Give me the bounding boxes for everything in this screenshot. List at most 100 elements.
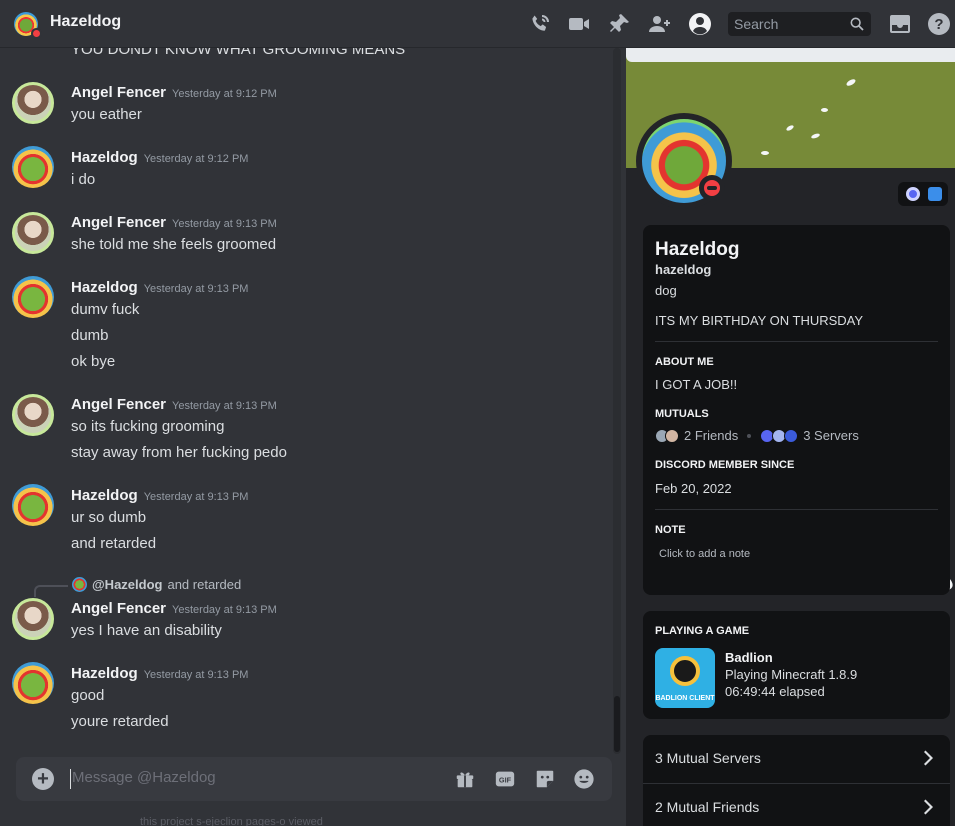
message-text: you eather: [71, 106, 142, 123]
message-author[interactable]: Angel Fencer Yesterday at 9:12 PM: [71, 84, 277, 101]
boost-badge-icon[interactable]: [928, 187, 942, 201]
message-timestamp: Yesterday at 9:13 PM: [172, 604, 277, 616]
message-author[interactable]: Angel Fencer Yesterday at 9:13 PM: [71, 600, 277, 617]
emoji-icon[interactable]: [573, 768, 595, 790]
message-list: YOU DONDT KNOW WHAT GROOMING MEANS Angel…: [0, 48, 626, 826]
mutual-servers-label: 3 Mutual Servers: [655, 750, 761, 766]
divider: [655, 341, 938, 342]
snowflake: [761, 151, 769, 155]
message-text: stay away from her fucking pedo: [71, 444, 287, 461]
game-detail: Playing Minecraft 1.8.9: [725, 667, 858, 682]
avatar[interactable]: [12, 82, 54, 124]
message-text: dumv fuck: [71, 301, 140, 318]
reply-preview[interactable]: @Hazeldog and retarded: [72, 577, 241, 592]
display-name: Hazeldog: [655, 239, 740, 260]
search-input[interactable]: Search: [728, 12, 871, 36]
user-profile-panel: Hazeldog hazeldog dog ITS MY BIRTHDAY ON…: [626, 48, 955, 826]
pronouns: dog: [655, 283, 677, 298]
nitro-badge-icon[interactable]: [906, 187, 920, 201]
reply-connector: [34, 585, 68, 597]
avatar[interactable]: [12, 662, 54, 704]
scrollbar-track[interactable]: [613, 48, 621, 754]
message-author[interactable]: Angel Fencer Yesterday at 9:13 PM: [71, 214, 277, 231]
gif-icon[interactable]: GIF: [494, 768, 516, 790]
svg-text:?: ?: [934, 16, 943, 33]
server-icon: [784, 428, 799, 443]
mutual-friends-count[interactable]: 2 Friends: [684, 428, 738, 443]
add-attachment-icon[interactable]: +: [32, 768, 54, 790]
avatar[interactable]: [12, 212, 54, 254]
activity-heading: PLAYING A GAME: [655, 625, 750, 637]
scrollbar-thumb[interactable]: [614, 696, 620, 752]
dm-header: Hazeldog Search ?: [0, 0, 955, 48]
search-icon: [850, 17, 864, 31]
snowflake: [821, 108, 828, 112]
message-composer[interactable]: + Message @Hazeldog GIF: [16, 757, 612, 801]
message-timestamp: Yesterday at 9:13 PM: [143, 491, 249, 503]
message-text: so its fucking grooming: [71, 418, 225, 435]
mutual-servers-count[interactable]: 3 Servers: [803, 428, 859, 443]
game-elapsed: 06:49:44 elapsed: [725, 684, 825, 699]
message-text: dumb: [71, 327, 109, 344]
mutual-servers-button[interactable]: 3 Mutual Servers: [643, 735, 950, 783]
reply-mention: @Hazeldog: [92, 577, 163, 592]
phone-call-icon[interactable]: [528, 12, 552, 36]
inbox-icon[interactable]: [888, 12, 912, 36]
lion-logo-icon: [670, 656, 700, 686]
gift-icon[interactable]: [454, 768, 476, 790]
message-text: ok bye: [71, 353, 116, 370]
text-caret: [70, 769, 71, 789]
sticker-icon[interactable]: [534, 768, 556, 790]
dnd-status-icon: [699, 175, 725, 201]
about-me-heading: ABOUT ME: [655, 356, 714, 368]
message-author[interactable]: Hazeldog Yesterday at 9:12 PM: [71, 149, 248, 166]
game-icon[interactable]: BADLION CLIENT: [655, 648, 715, 708]
divider: [655, 509, 938, 510]
message-text: youre retarded: [71, 713, 169, 730]
member-since-heading: DISCORD MEMBER SINCE: [655, 459, 795, 471]
message-timestamp: Yesterday at 9:13 PM: [172, 400, 277, 412]
message-text: good: [71, 687, 105, 704]
message-timestamp: Yesterday at 9:12 PM: [143, 153, 249, 165]
avatar[interactable]: [12, 394, 54, 436]
mutuals-links-card: 3 Mutual Servers 2 Mutual Friends: [643, 735, 950, 826]
message-author[interactable]: Hazeldog Yesterday at 9:13 PM: [71, 665, 248, 682]
avatar[interactable]: [12, 146, 54, 188]
activity-card: PLAYING A GAME BADLION CLIENT Badlion Pl…: [643, 611, 950, 719]
mutuals-row[interactable]: 2 Friends 3 Servers: [655, 428, 859, 443]
username[interactable]: hazeldog: [655, 262, 711, 277]
chevron-right-icon: [918, 749, 936, 767]
message-text: she told me she feels groomed: [71, 236, 277, 253]
avatar[interactable]: [12, 276, 54, 318]
message-timestamp: Yesterday at 9:13 PM: [143, 669, 249, 681]
friend-avatar: [665, 428, 679, 443]
message-text: ur so dumb: [71, 509, 147, 526]
avatar[interactable]: [12, 598, 54, 640]
message-text: yes I have an disability: [71, 622, 222, 639]
avatar[interactable]: [12, 484, 54, 526]
reply-text: and retarded: [167, 577, 242, 592]
message-timestamp: Yesterday at 9:13 PM: [172, 218, 277, 230]
pin-icon[interactable]: [607, 12, 631, 36]
member-since-date: Feb 20, 2022: [655, 481, 732, 496]
snow-decoration: [626, 48, 955, 62]
bullet-separator: [747, 433, 752, 438]
add-friend-icon[interactable]: [647, 12, 671, 36]
message-author[interactable]: Hazeldog Yesterday at 9:13 PM: [71, 279, 248, 296]
message-author[interactable]: Angel Fencer Yesterday at 9:13 PM: [71, 396, 277, 413]
message-input[interactable]: Message @Hazeldog: [72, 769, 216, 786]
note-input[interactable]: Click to add a note: [659, 548, 750, 560]
search-placeholder: Search: [734, 16, 779, 32]
svg-text:GIF: GIF: [499, 776, 512, 785]
mutual-friends-button[interactable]: 2 Mutual Friends: [643, 784, 950, 826]
help-icon[interactable]: ?: [927, 12, 951, 36]
profile-info-card: Hazeldog hazeldog dog ITS MY BIRTHDAY ON…: [643, 225, 950, 595]
user-profile-icon[interactable]: [688, 12, 712, 36]
video-call-icon[interactable]: [567, 12, 591, 36]
message-author[interactable]: Hazeldog Yesterday at 9:13 PM: [71, 487, 248, 504]
chevron-right-icon: [918, 798, 936, 816]
message-timestamp: Yesterday at 9:12 PM: [172, 88, 277, 100]
dm-title[interactable]: Hazeldog: [50, 13, 121, 31]
game-name: Badlion: [725, 650, 773, 665]
mutuals-heading: MUTUALS: [655, 408, 709, 420]
